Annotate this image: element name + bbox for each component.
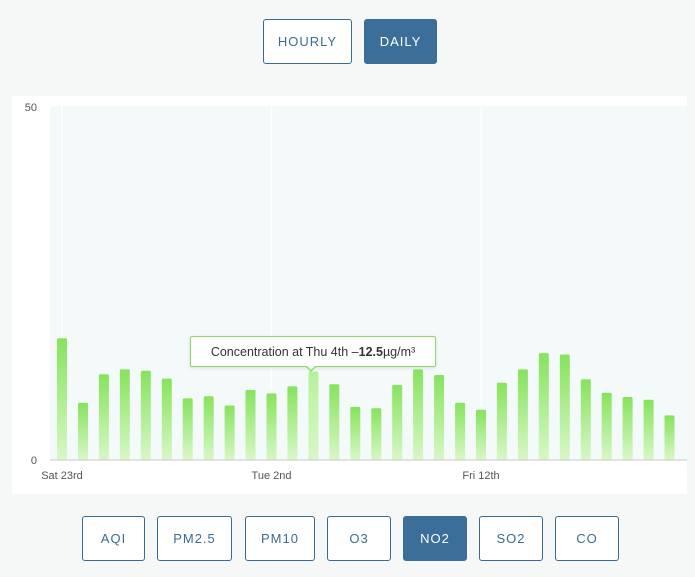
bar[interactable] [350,406,361,460]
x-tick-labels: Sat 23rd Tue 2nd Fri 12th [41,470,499,482]
bar[interactable] [140,370,151,460]
bar[interactable] [601,392,612,460]
bar[interactable] [57,338,67,460]
y-tick-label: 50 [25,102,37,114]
concentration-chart: 50 0 Sat 23rd Tue 2nd Fri 12th [12,96,687,494]
bar-chart-svg: 50 0 Sat 23rd Tue 2nd Fri 12th [25,102,687,482]
bar[interactable] [329,384,340,460]
x-tick-label: Fri 12th [462,470,499,482]
bar[interactable] [392,385,403,460]
bar[interactable] [580,379,591,460]
pollutant-tab-no2[interactable]: NO2 [403,516,467,561]
bar[interactable] [287,386,298,460]
bar[interactable] [517,369,528,460]
bar-highlighted[interactable] [308,371,319,461]
bar[interactable] [371,408,382,460]
tooltip-pointer-inner [306,365,316,370]
bar[interactable] [622,397,633,460]
bar[interactable] [266,393,277,460]
bar[interactable] [664,415,675,460]
bar[interactable] [224,405,235,461]
bar[interactable] [434,375,445,460]
bar[interactable] [455,402,466,460]
x-tick-label: Sat 23rd [41,470,83,482]
tooltip-prefix: Concentration at Thu 4th – [210,344,359,359]
bar[interactable] [559,354,570,461]
bar[interactable] [413,369,424,460]
bar[interactable] [78,402,88,460]
bar[interactable] [476,409,486,460]
bar[interactable] [161,378,172,460]
daily-button[interactable]: DAILY [364,19,437,64]
bar[interactable] [538,353,549,460]
pollutant-tab-pm10[interactable]: PM10 [245,516,315,561]
tooltip-unit: µg/m³ [382,344,416,359]
bar-tooltip: Concentration at Thu 4th – 12.5 µg/m³ [190,336,436,367]
pollutant-tab-co[interactable]: CO [555,516,619,561]
bar[interactable] [496,382,507,460]
hourly-button[interactable]: HOURLY [263,19,352,64]
bar[interactable] [643,399,654,460]
bar[interactable] [203,396,214,460]
bar[interactable] [182,398,193,460]
bar[interactable] [245,389,256,460]
pollutant-tab-o3[interactable]: O3 [327,516,391,561]
x-tick-label: Tue 2nd [252,470,292,482]
pollutant-tab-so2[interactable]: SO2 [479,516,543,561]
pollutant-tab-aqi[interactable]: AQI [82,516,145,561]
bar[interactable] [119,369,130,460]
pollutant-tab-pm25[interactable]: PM2.5 [157,516,232,561]
y-tick-label: 0 [31,455,37,467]
tooltip-value: 12.5 [358,344,383,359]
bar[interactable] [98,374,109,460]
